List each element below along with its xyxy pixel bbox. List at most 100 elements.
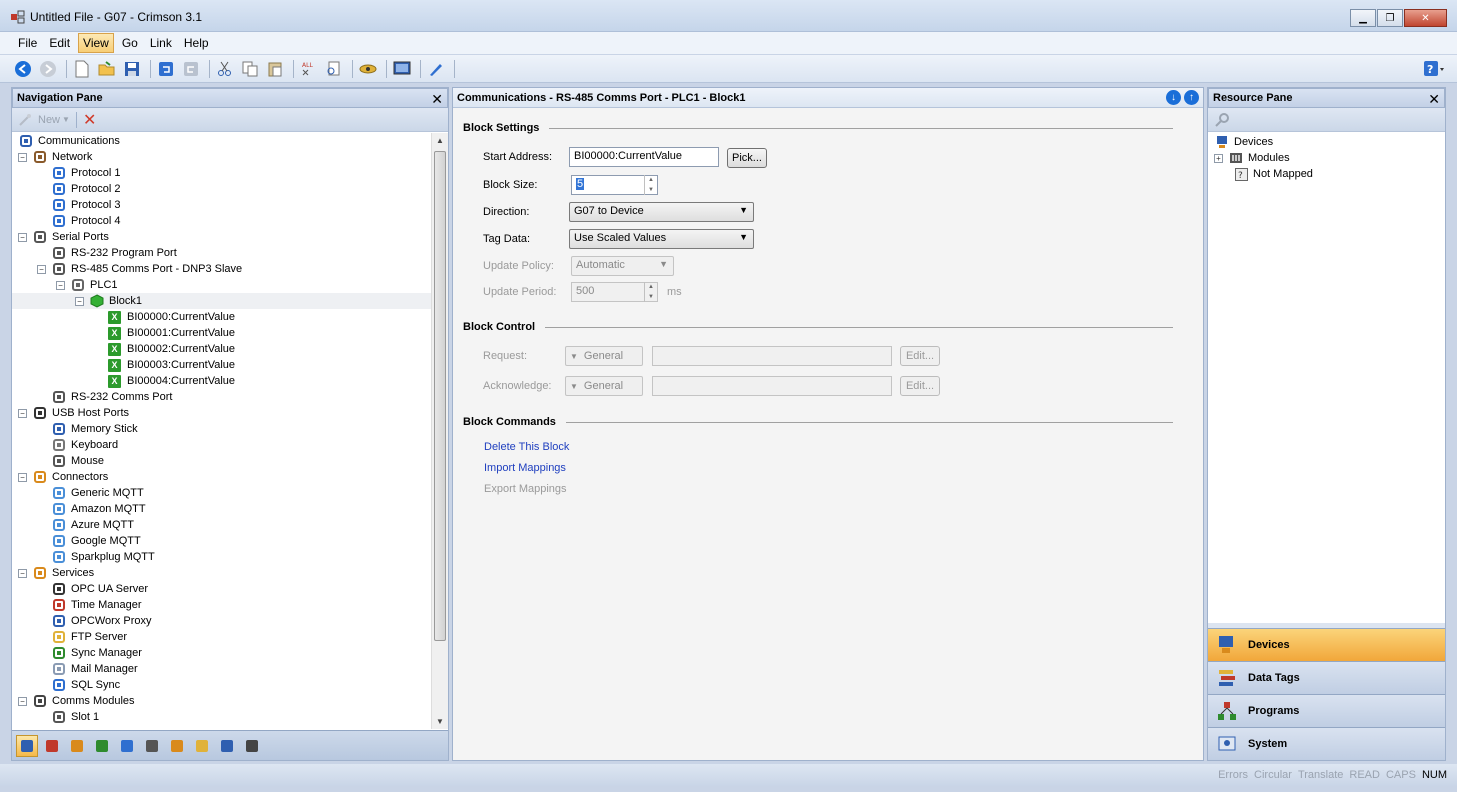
acknowledge-type-select[interactable]: ▼ General (565, 376, 643, 396)
devices-icon[interactable] (66, 735, 88, 757)
find-all-icon[interactable]: ALL (298, 58, 320, 80)
prev-up-icon[interactable]: ↑ (1184, 90, 1199, 105)
menu-help[interactable]: Help (180, 34, 213, 52)
forward-icon[interactable] (37, 58, 59, 80)
tree-node[interactable]: Sync Manager (12, 645, 432, 661)
tree-node[interactable]: Google MQTT (12, 533, 432, 549)
acknowledge-field[interactable] (652, 376, 892, 396)
tree-node-devices[interactable]: Devices (1208, 134, 1445, 150)
tree-node[interactable]: X BI00002:CurrentValue (12, 341, 432, 357)
collapse-icon[interactable]: − (18, 472, 27, 482)
minimize-button[interactable]: ▁ (1350, 9, 1376, 27)
block-size-field[interactable]: 5 ▲ ▼ (571, 175, 658, 195)
collapse-icon[interactable]: − (18, 408, 27, 418)
navigation-scrollbar[interactable]: ▲ ▼ (431, 133, 448, 729)
security-icon[interactable] (166, 735, 188, 757)
communications-icon[interactable] (16, 734, 38, 757)
tree-node[interactable]: Azure MQTT (12, 517, 432, 533)
tree-node[interactable]: Memory Stick (12, 421, 432, 437)
tree-node[interactable]: Mail Manager (12, 661, 432, 677)
pick-button[interactable]: Pick... (727, 148, 767, 168)
copy-icon[interactable] (239, 58, 261, 80)
tree-node[interactable]: − Network (12, 149, 432, 165)
tree-node[interactable]: OPC UA Server (12, 581, 432, 597)
acknowledge-edit-button[interactable]: Edit... (900, 376, 940, 396)
tree-node[interactable]: Slot 1 (12, 709, 432, 725)
collapse-icon[interactable]: − (75, 296, 84, 306)
tree-node[interactable]: Mouse (12, 453, 432, 469)
request-type-select[interactable]: ▼ General (565, 346, 643, 366)
help-icon[interactable]: ? (1423, 59, 1445, 79)
resource-category-system[interactable]: System (1208, 727, 1445, 760)
expand-icon[interactable]: + (1214, 153, 1223, 163)
menu-file[interactable]: File (14, 34, 41, 52)
collapse-icon[interactable]: − (18, 696, 27, 706)
update-period-spinner[interactable]: ▲ ▼ (644, 282, 657, 302)
tree-node[interactable]: OPCWorx Proxy (12, 613, 432, 629)
collapse-icon[interactable]: − (18, 232, 27, 242)
data-tags-icon[interactable] (41, 735, 63, 757)
tree-node[interactable]: RS-232 Program Port (12, 245, 432, 261)
tree-node[interactable]: Communications (12, 133, 432, 149)
paste-icon[interactable] (264, 58, 286, 80)
collapse-icon[interactable]: − (18, 152, 27, 162)
tree-node[interactable]: RS-232 Comms Port (12, 389, 432, 405)
block-size-spinner[interactable]: ▲ ▼ (644, 175, 657, 195)
display-icon[interactable] (141, 735, 163, 757)
tree-node[interactable]: Protocol 4 (12, 213, 432, 229)
import-mappings-link[interactable]: Import Mappings (484, 462, 566, 474)
resource-category-programs[interactable]: Programs (1208, 694, 1445, 727)
tree-node[interactable]: Keyboard (12, 437, 432, 453)
menu-link[interactable]: Link (146, 34, 176, 52)
web-server-icon[interactable] (116, 735, 138, 757)
tree-node[interactable]: Amazon MQTT (12, 501, 432, 517)
collapse-icon[interactable]: − (56, 280, 65, 290)
tree-node[interactable]: X BI00000:CurrentValue (12, 309, 432, 325)
collapse-icon[interactable]: − (18, 568, 27, 578)
new-file-icon[interactable] (71, 58, 93, 80)
delete-block-link[interactable]: Delete This Block (484, 441, 569, 453)
tree-node[interactable]: X BI00004:CurrentValue (12, 373, 432, 389)
undo-icon[interactable] (155, 58, 177, 80)
menu-edit[interactable]: Edit (45, 34, 74, 52)
close-icon[interactable]: ✕ (431, 91, 443, 108)
menu-go[interactable]: Go (118, 34, 142, 52)
collapse-icon[interactable]: − (37, 264, 46, 274)
redo-icon[interactable] (180, 58, 202, 80)
open-folder-icon[interactable] (96, 58, 118, 80)
tree-node[interactable]: − RS-485 Comms Port - DNP3 Slave (12, 261, 432, 277)
tree-node[interactable]: − Connectors (12, 469, 432, 485)
memory-icon[interactable] (241, 735, 263, 757)
tree-node[interactable]: SQL Sync (12, 677, 432, 693)
tree-node[interactable]: Protocol 1 (12, 165, 432, 181)
tree-node[interactable]: Time Manager (12, 597, 432, 613)
close-window-button[interactable]: ✕ (1404, 9, 1447, 27)
tree-node[interactable]: − Block1 (12, 293, 432, 309)
search-icon[interactable] (1214, 112, 1230, 128)
export-mappings-link[interactable]: Export Mappings (484, 483, 567, 495)
scroll-up-icon[interactable]: ▲ (436, 136, 444, 145)
screen-icon[interactable] (391, 58, 413, 80)
new-item-button[interactable]: New ▼ (18, 113, 70, 127)
pen-icon[interactable] (425, 58, 447, 80)
request-edit-button[interactable]: Edit... (900, 346, 940, 366)
tree-node[interactable]: X BI00001:CurrentValue (12, 325, 432, 341)
tree-node-modules[interactable]: + Modules (1208, 150, 1445, 166)
network-icon[interactable] (216, 735, 238, 757)
tree-node[interactable]: Protocol 2 (12, 181, 432, 197)
tree-node[interactable]: Protocol 3 (12, 197, 432, 213)
replace-icon[interactable] (323, 58, 345, 80)
close-icon[interactable]: ✕ (1428, 91, 1440, 108)
database-icon[interactable] (191, 735, 213, 757)
update-policy-select[interactable]: Automatic ▼ (571, 256, 674, 276)
link-icon[interactable] (357, 58, 379, 80)
restore-button[interactable]: ❐ (1377, 9, 1403, 27)
direction-select[interactable]: G07 to Device ▼ (569, 202, 754, 222)
tree-node[interactable]: − USB Host Ports (12, 405, 432, 421)
scroll-thumb[interactable] (434, 151, 446, 641)
menu-view[interactable]: View (78, 33, 114, 53)
tree-node[interactable]: FTP Server (12, 629, 432, 645)
tree-node[interactable]: − Services (12, 565, 432, 581)
tree-node-not-mapped[interactable]: ? Not Mapped (1208, 166, 1445, 182)
tree-node[interactable]: − Comms Modules (12, 693, 432, 709)
